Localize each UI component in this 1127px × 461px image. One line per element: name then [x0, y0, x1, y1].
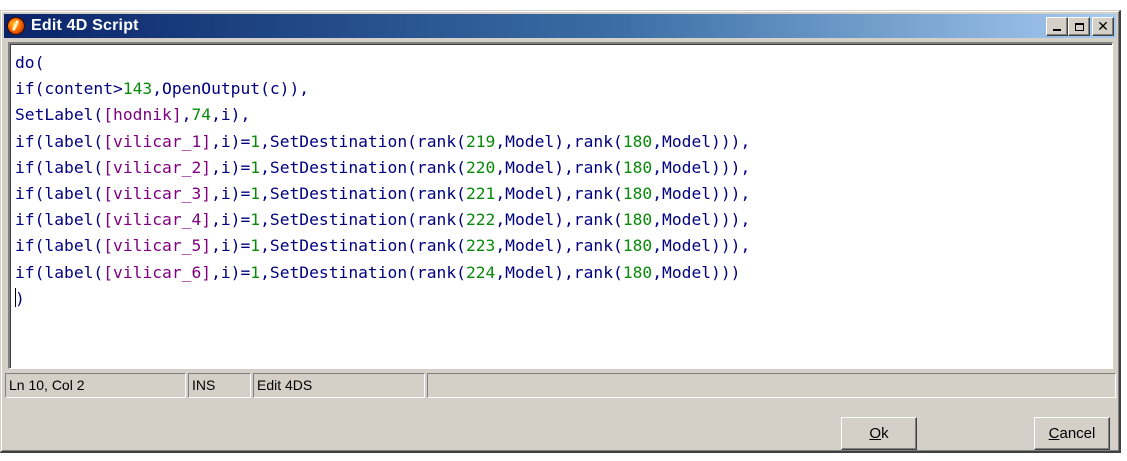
- number-literal: 1: [250, 157, 261, 177]
- cancel-mnemonic: C: [1048, 425, 1060, 442]
- code-line[interactable]: if(label([vilicar_3],i)=1,SetDestination…: [15, 184, 750, 203]
- status-insert-mode: INS: [188, 373, 251, 398]
- number-literal: 1: [250, 236, 261, 256]
- object-reference: [vilicar_4]: [103, 210, 212, 230]
- object-reference: [vilicar_1]: [103, 131, 212, 151]
- status-bar: Ln 10, Col 2 INS Edit 4DS: [5, 373, 1116, 398]
- number-literal: 74: [191, 105, 212, 125]
- title-bar[interactable]: Edit 4D Script ✕: [4, 14, 1116, 38]
- cancel-button[interactable]: Cancel: [1034, 417, 1110, 450]
- number-literal: 222: [465, 210, 496, 230]
- number-literal: 1: [250, 184, 261, 204]
- number-literal: 221: [465, 184, 496, 204]
- code-line[interactable]: do(: [15, 53, 44, 72]
- edit-4d-script-window: Edit 4D Script ✕ do( if(content>143,Open…: [0, 10, 1121, 453]
- code-line[interactable]: if(label([vilicar_4],i)=1,SetDestination…: [15, 210, 750, 229]
- minimize-icon: [1047, 18, 1067, 35]
- number-literal: 223: [465, 236, 496, 256]
- object-reference: [vilicar_3]: [103, 184, 212, 204]
- number-literal: 180: [622, 210, 653, 230]
- object-reference: [vilicar_6]: [103, 262, 212, 282]
- object-reference: [vilicar_2]: [103, 157, 212, 177]
- window-controls: ✕: [1046, 17, 1114, 36]
- code-line[interactable]: if(label([vilicar_2],i)=1,SetDestination…: [15, 158, 750, 177]
- number-literal: 224: [465, 262, 496, 282]
- cancel-label-rest: ancel: [1059, 425, 1096, 442]
- status-context: Edit 4DS: [253, 373, 425, 398]
- number-literal: 180: [622, 157, 653, 177]
- ok-button[interactable]: Ok: [841, 417, 917, 450]
- minimize-button[interactable]: [1046, 17, 1068, 36]
- number-literal: 180: [622, 262, 653, 282]
- close-button[interactable]: ✕: [1092, 17, 1114, 36]
- number-literal: 1: [250, 210, 261, 230]
- maximize-icon: [1069, 18, 1089, 35]
- number-literal: 180: [622, 184, 653, 204]
- app-icon[interactable]: [7, 17, 25, 35]
- object-reference: [hodnik]: [103, 105, 182, 125]
- code-line[interactable]: if(label([vilicar_5],i)=1,SetDestination…: [15, 236, 750, 255]
- status-cursor-position: Ln 10, Col 2: [5, 373, 186, 398]
- number-literal: 219: [465, 131, 496, 151]
- number-literal: 1: [250, 131, 261, 151]
- number-literal: 220: [465, 157, 496, 177]
- ok-label-rest: k: [881, 425, 889, 442]
- window-title: Edit 4D Script: [31, 17, 139, 34]
- object-reference: [vilicar_5]: [103, 236, 212, 256]
- status-extra: [427, 373, 1116, 398]
- ok-mnemonic: O: [869, 425, 882, 442]
- code-line[interactable]: SetLabel([hodnik],74,i),: [15, 105, 250, 124]
- script-code[interactable]: do( if(content>143,OpenOutput(c)), SetLa…: [11, 45, 1112, 312]
- code-line[interactable]: ): [15, 287, 25, 308]
- number-literal: 180: [622, 236, 653, 256]
- maximize-button[interactable]: [1068, 17, 1090, 36]
- close-icon: ✕: [1097, 18, 1109, 35]
- script-editor[interactable]: do( if(content>143,OpenOutput(c)), SetLa…: [8, 42, 1113, 369]
- number-literal: 143: [122, 79, 153, 99]
- number-literal: 1: [250, 262, 261, 282]
- code-line[interactable]: if(label([vilicar_1],i)=1,SetDestination…: [15, 132, 750, 151]
- number-literal: 180: [622, 131, 653, 151]
- code-line[interactable]: if(content>143,OpenOutput(c)),: [15, 79, 309, 98]
- code-line[interactable]: if(label([vilicar_6],i)=1,SetDestination…: [15, 263, 740, 282]
- text-cursor: [15, 287, 16, 307]
- script-editor-area[interactable]: do( if(content>143,OpenOutput(c)), SetLa…: [10, 44, 1112, 368]
